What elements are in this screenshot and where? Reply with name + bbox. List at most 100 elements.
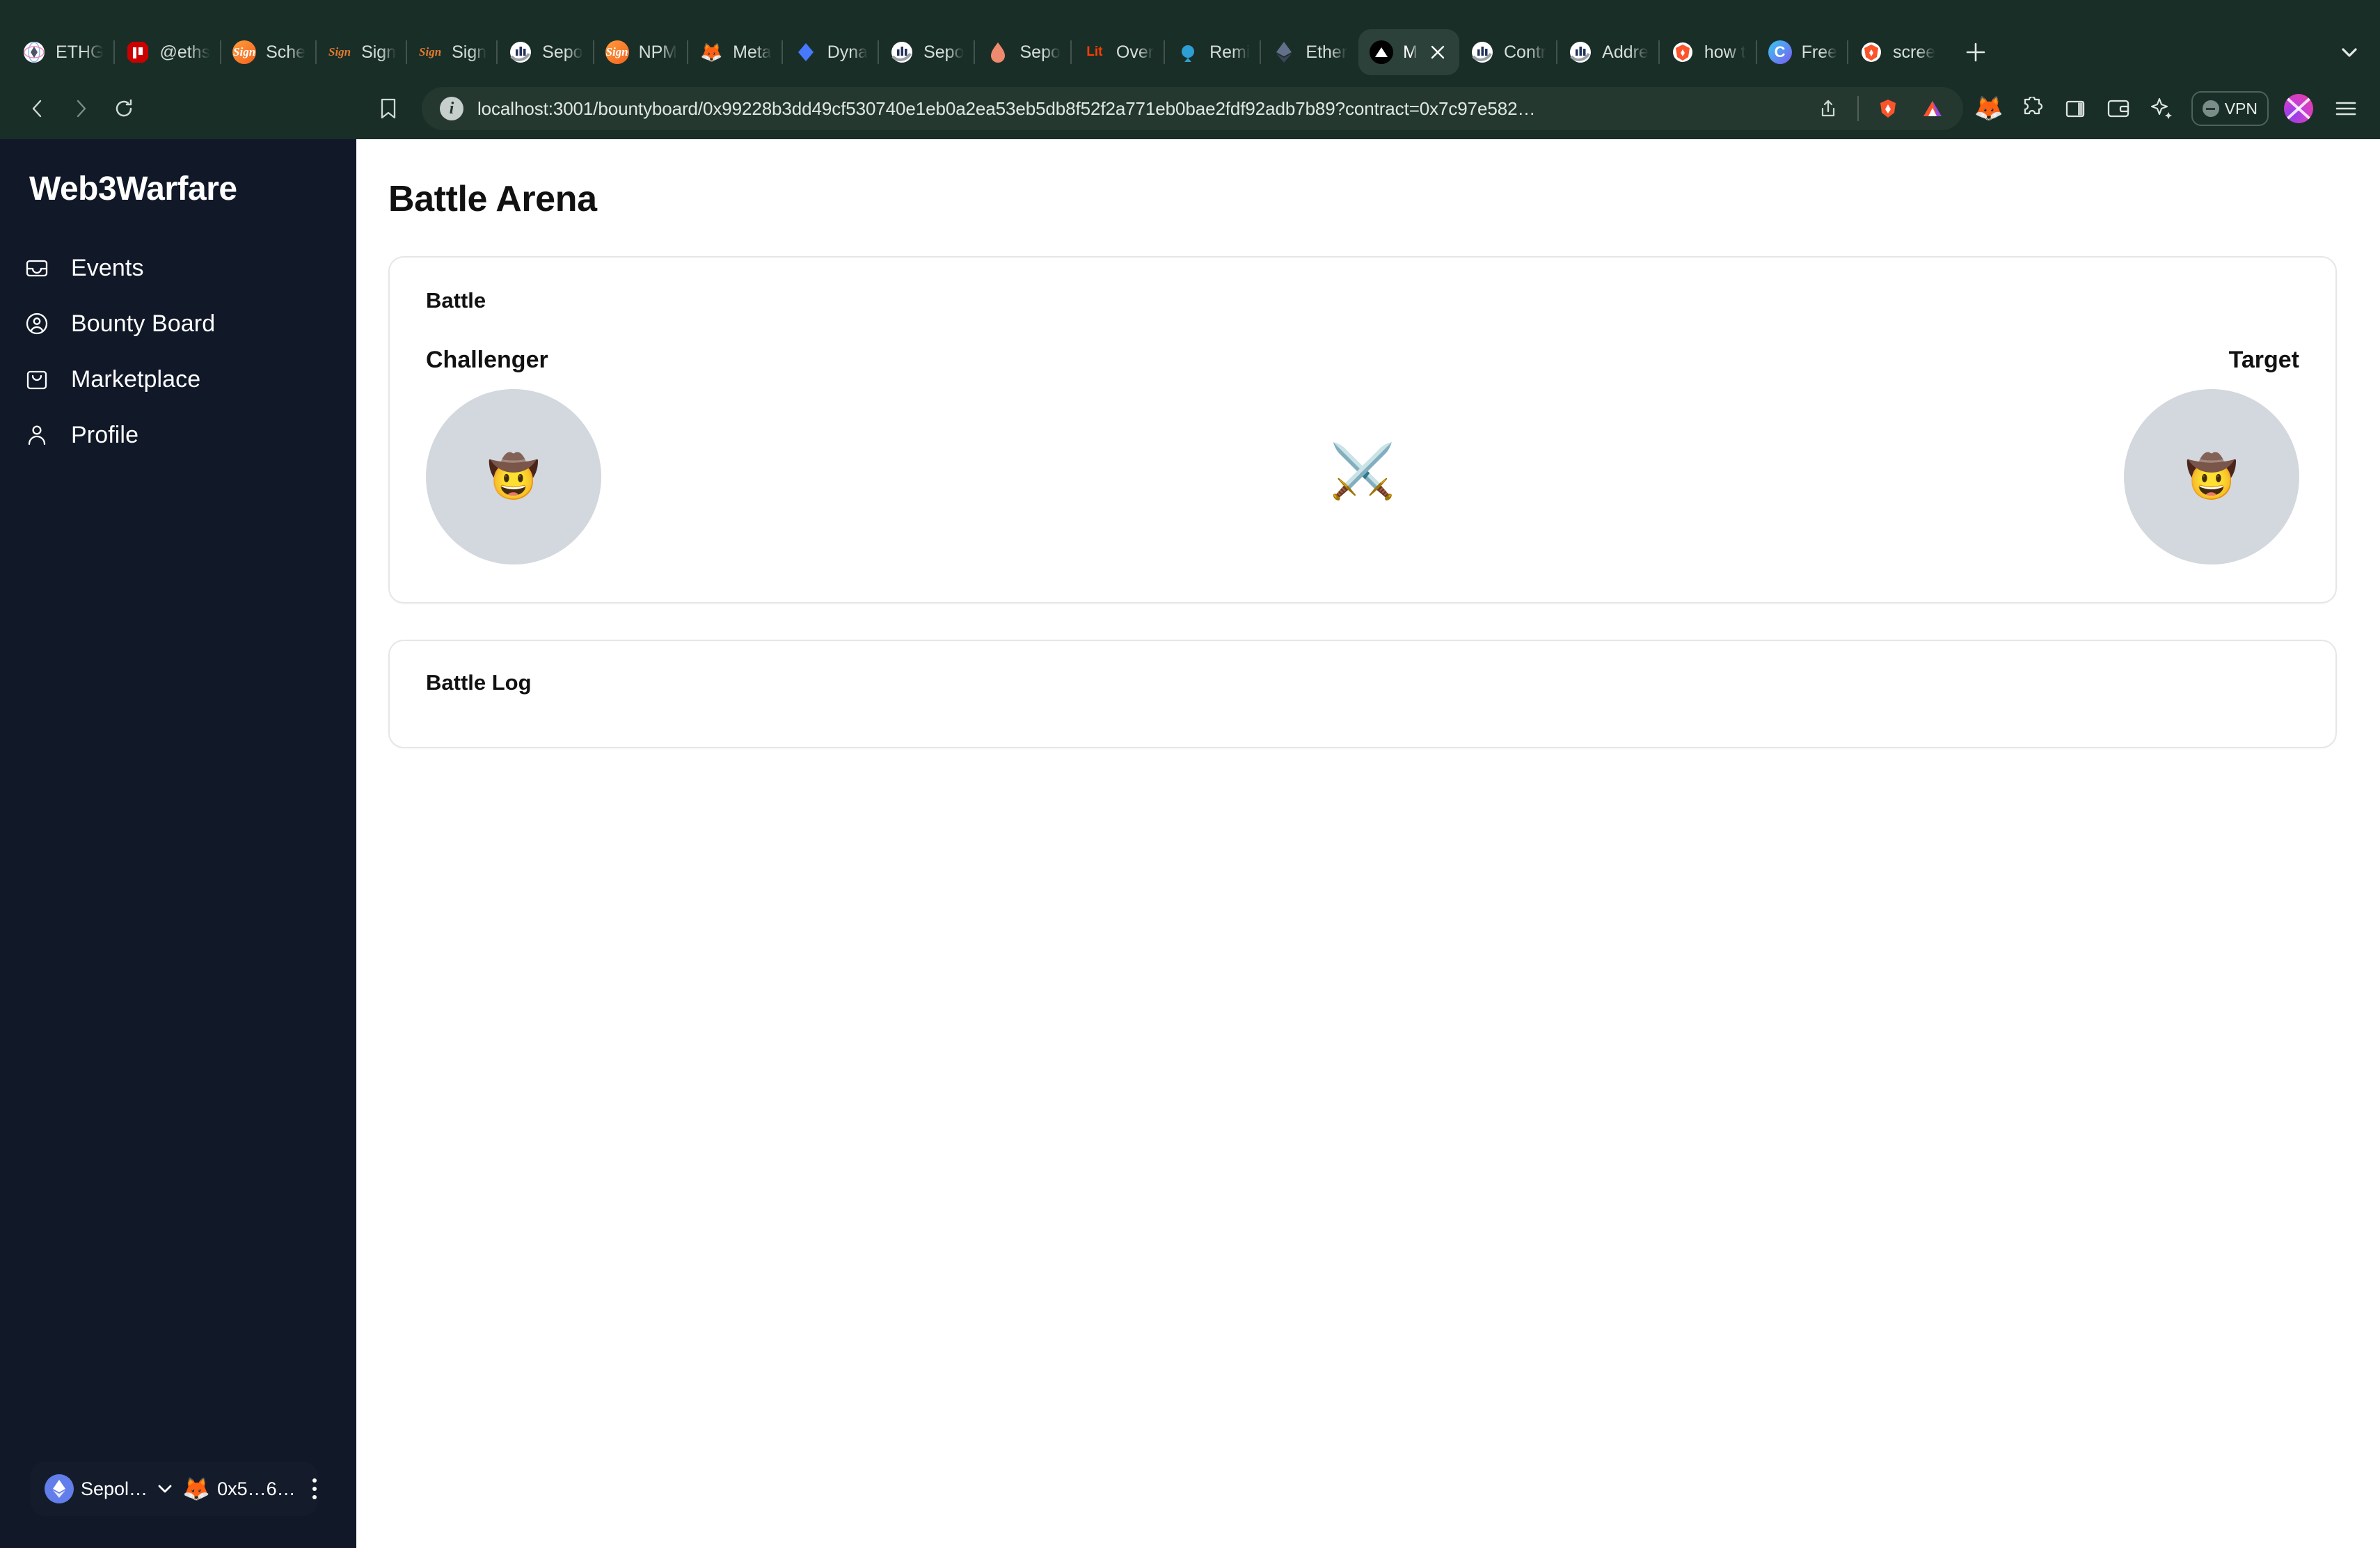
etherscan-icon	[890, 40, 914, 64]
target-avatar[interactable]: 🤠	[2123, 389, 2299, 564]
leo-ai-sparkle-icon[interactable]	[2144, 91, 2179, 126]
metamask-fox-icon: 🦊	[699, 41, 723, 63]
brave-lion-icon	[1671, 40, 1695, 64]
info-circle-icon[interactable]: i	[440, 97, 463, 120]
sidebar-item-label: Bounty Board	[71, 310, 216, 337]
window-titlebar	[0, 0, 2380, 26]
tab-title: Dyna	[827, 42, 868, 62]
new-tab-button[interactable]	[1956, 33, 1995, 72]
browser-tab[interactable]: ETHG	[11, 29, 115, 75]
close-icon[interactable]	[1427, 42, 1448, 63]
tab-list-chevron-down-icon[interactable]	[2331, 34, 2367, 70]
share-icon[interactable]	[1813, 93, 1843, 124]
hamburger-menu-icon[interactable]	[2329, 91, 2363, 126]
page-viewport: Web3Warfare Events Bounty Board Marketpl…	[0, 139, 2380, 1548]
browser-tab[interactable]: Sign Sign	[315, 29, 407, 75]
browser-tab[interactable]: Sign Sign	[406, 29, 498, 75]
tab-title: Sche	[266, 42, 306, 62]
browser-window: ETHG @eths Sign Sche Sign Sign Sign Sign…	[0, 0, 2380, 1548]
bookmark-icon[interactable]	[369, 89, 408, 128]
wallet-network-label: Sepol…	[81, 1478, 148, 1499]
challenger-avatar[interactable]: 🤠	[426, 389, 601, 564]
vpn-status-icon	[2202, 100, 2219, 117]
browser-tab[interactable]: Sepo	[974, 29, 1071, 75]
vpn-button[interactable]: VPN	[2191, 91, 2269, 126]
browser-tab[interactable]: Remi	[1164, 29, 1261, 75]
browser-tab[interactable]: C Free	[1755, 29, 1848, 75]
brave-rewards-icon[interactable]	[1917, 93, 1948, 124]
tab-title: Remi	[1209, 42, 1251, 62]
vpn-label: VPN	[2224, 99, 2258, 118]
etherscan-icon	[1569, 40, 1592, 64]
browser-tab[interactable]: Dyna	[781, 29, 879, 75]
brave-shield-icon[interactable]	[1873, 93, 1903, 124]
sidebar-item-profile[interactable]: Profile	[0, 407, 356, 463]
metamask-fox-icon[interactable]: 🦊	[1972, 91, 2006, 126]
lit-icon: Lit	[1086, 45, 1103, 59]
cowboy-hat-face-icon: 🤠	[487, 453, 540, 500]
browser-tab[interactable]: Ether	[1260, 29, 1358, 75]
reload-icon[interactable]	[104, 89, 143, 128]
cowboy-hat-face-icon: 🤠	[2185, 453, 2238, 500]
kebab-menu-icon[interactable]	[303, 1475, 326, 1503]
tab-title: how t	[1704, 42, 1746, 62]
browser-tab[interactable]: scree	[1847, 29, 1946, 75]
target-block: Target 🤠	[2123, 347, 2299, 564]
metamask-fox-icon: 🦊	[182, 1476, 210, 1501]
forward-arrow-icon[interactable]	[61, 89, 100, 128]
wallet-account-label: 0x5…6…	[217, 1478, 296, 1499]
browser-profile-avatar[interactable]	[2284, 94, 2313, 123]
person-icon	[21, 419, 53, 451]
sign-script-icon: Sign	[328, 45, 351, 58]
tab-title: Meta	[733, 42, 772, 62]
battle-card: Battle Challenger 🤠 ⚔️ Target 🤠	[388, 256, 2337, 603]
battle-log-label: Battle Log	[426, 670, 532, 695]
crossed-swords-icon: ⚔️	[1329, 441, 1396, 501]
ethglobal-icon	[22, 40, 46, 64]
address-bar[interactable]: i localhost:3001/bountyboard/0x99228b3dd…	[422, 87, 1963, 130]
url-text[interactable]: localhost:3001/bountyboard/0x99228b3dd49…	[477, 98, 1799, 120]
tab-title: Ether	[1306, 42, 1348, 62]
extensions-puzzle-icon[interactable]	[2015, 91, 2049, 126]
chevron-down-icon[interactable]	[154, 1478, 175, 1499]
sidebar-item-label: Events	[71, 254, 144, 281]
sidebar-item-marketplace[interactable]: Marketplace	[0, 352, 356, 407]
etherscan-icon	[509, 40, 532, 64]
back-arrow-icon[interactable]	[18, 89, 57, 128]
sidebar-panel-icon[interactable]	[2058, 91, 2093, 126]
tab-title: Sign	[452, 42, 487, 62]
sidebar-item-bounty-board[interactable]: Bounty Board	[0, 296, 356, 352]
tab-title: Sepo	[1020, 42, 1061, 62]
tab-title: M	[1403, 42, 1418, 62]
tab-strip: ETHG @eths Sign Sche Sign Sign Sign Sign…	[0, 26, 2380, 78]
sign-icon: Sign	[232, 40, 257, 64]
sidebar-item-label: Profile	[71, 421, 139, 448]
browser-tab[interactable]: Sign NPM	[592, 29, 689, 75]
c-circle-icon: C	[1768, 40, 1792, 64]
wallet-icon[interactable]	[2101, 91, 2136, 126]
sidebar-item-events[interactable]: Events	[0, 240, 356, 296]
npm-icon	[126, 40, 150, 64]
browser-tab[interactable]: Lit Over	[1070, 29, 1165, 75]
browser-tab[interactable]: @eths	[113, 29, 221, 75]
browser-tab[interactable]: Addre	[1556, 29, 1660, 75]
browser-tab-active[interactable]: M	[1358, 29, 1459, 75]
browser-tab[interactable]: Sepo	[496, 29, 594, 75]
battle-arena-row: Challenger 🤠 ⚔️ Target 🤠	[426, 347, 2299, 564]
sign-icon: Sign	[605, 40, 629, 64]
tab-title: NPM	[638, 42, 678, 62]
browser-tab[interactable]: Sign Sche	[220, 29, 317, 75]
browser-tab[interactable]: 🦊 Meta	[687, 29, 783, 75]
remix-icon	[1176, 40, 1200, 64]
ethereum-diamond-icon	[45, 1474, 74, 1503]
browser-tab[interactable]: Sepo	[878, 29, 975, 75]
tab-title: ETHG	[56, 42, 104, 62]
divider	[1857, 96, 1859, 121]
flame-icon	[986, 40, 1010, 64]
tab-title: Sign	[361, 42, 397, 62]
browser-tab[interactable]: how t	[1658, 29, 1757, 75]
browser-tab[interactable]: Contr	[1459, 29, 1557, 75]
brave-lion-icon	[1859, 40, 1883, 64]
wallet-widget[interactable]: Sepol… 🦊 0x5…6…	[31, 1462, 317, 1516]
battle-log-card: Battle Log	[388, 640, 2337, 748]
